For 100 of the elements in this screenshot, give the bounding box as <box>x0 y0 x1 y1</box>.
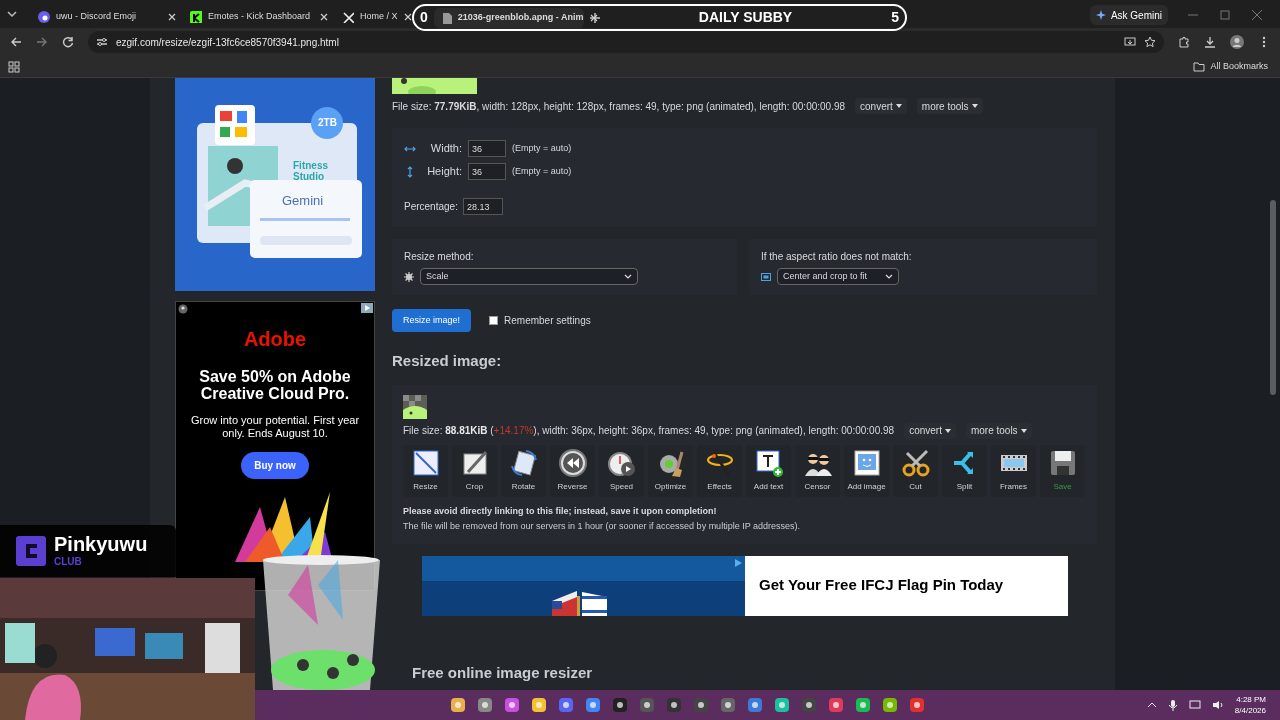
horizontal-arrow-icon <box>404 144 416 153</box>
channel-name: Pinkyuwu <box>54 533 148 555</box>
close-icon[interactable] <box>403 13 412 21</box>
back-arrow-icon[interactable] <box>10 36 22 48</box>
ad-headline: Save 50% on Adobe Creative Cloud Pro. <box>198 368 352 402</box>
app-icon[interactable] <box>747 697 763 713</box>
checkbox-label: Remember settings <box>504 314 591 328</box>
all-bookmarks-button[interactable]: All Bookmarks <box>1193 59 1272 74</box>
tool-button[interactable]: Reverse <box>550 444 595 497</box>
checkbox[interactable] <box>489 316 499 325</box>
dropdown-button[interactable]: convert <box>904 422 956 439</box>
goal-count: 0 <box>420 8 428 27</box>
tool-button[interactable]: Optimize <box>648 444 693 497</box>
tool-button[interactable]: Resize <box>403 444 448 497</box>
field-label: Percentage: <box>404 200 458 214</box>
file-info: File size: 77.79KiB, width: 128px, height: 128px, frames: 49, type: png (animated), length: 00:00:00.98 <box>392 99 846 114</box>
app-icon[interactable] <box>666 697 682 713</box>
browser-tab[interactable]: Emotes - Kick Dashboard <box>184 6 334 28</box>
forward-arrow-icon[interactable] <box>36 36 48 48</box>
app-icon[interactable] <box>639 697 655 713</box>
buy-now-button[interactable]: Buy now <box>241 452 309 479</box>
field-label: Resize method: <box>404 250 475 264</box>
app-icon[interactable] <box>909 697 925 713</box>
star-icon[interactable] <box>1144 36 1156 48</box>
goal-title: DAILY SUBBY <box>698 8 793 27</box>
field-label: If the aspect ratio does not match: <box>761 250 913 264</box>
app-icon[interactable] <box>720 697 736 713</box>
number-field[interactable]: 36 <box>468 140 506 157</box>
install-icon[interactable] <box>1124 36 1136 48</box>
tool-button[interactable]: Censor <box>795 444 840 497</box>
app-icon[interactable] <box>531 697 547 713</box>
field-hint: (Empty = auto) <box>512 164 572 178</box>
app-icon[interactable] <box>504 697 520 713</box>
speaker-icon[interactable] <box>1211 700 1224 710</box>
chevron-up-icon[interactable] <box>1146 702 1157 708</box>
circle-icon <box>38 11 50 23</box>
app-icon[interactable] <box>612 697 628 713</box>
select-dropdown[interactable]: Center and crop to fit <box>777 268 899 285</box>
monitor-icon[interactable] <box>1188 700 1201 710</box>
dropdown-button[interactable]: convert <box>855 98 907 114</box>
app-icon[interactable] <box>450 697 466 713</box>
dropdown-button[interactable]: more tools <box>916 98 983 114</box>
adobe-logo: Adobe <box>243 327 307 352</box>
gemini-ad[interactable]: 2TB Fitness Studio Gemini <box>175 78 375 291</box>
app-icon[interactable] <box>693 697 709 713</box>
scissors-icon <box>900 448 931 478</box>
app-icon[interactable] <box>774 697 790 713</box>
tool-button[interactable]: Speed <box>599 444 644 497</box>
browser-tab[interactable]: Home / X <box>336 6 416 28</box>
info-icon <box>178 304 188 314</box>
tool-button[interactable]: Frames <box>991 444 1036 497</box>
app-icon[interactable] <box>558 697 574 713</box>
field-label: Width: <box>429 141 462 157</box>
app-icon[interactable] <box>585 697 601 713</box>
tool-button[interactable]: Split <box>942 444 987 497</box>
section-heading: Resized image: <box>392 351 503 371</box>
caret-icon <box>1020 428 1027 433</box>
tool-button[interactable]: Crop <box>452 444 497 497</box>
tool-button[interactable]: Add text <box>746 444 791 497</box>
select-dropdown[interactable]: Scale <box>420 268 638 285</box>
warning-text: Please avoid directly linking to this file; instead, save it upon completion! <box>403 504 718 518</box>
ad-headline: Get Your Free IFCJ Flag Pin Today <box>759 575 1004 596</box>
clock-date: 8/4/2026 <box>1234 705 1266 716</box>
app-icon[interactable] <box>882 697 898 713</box>
notice-text: The file will be removed from our servers in 1 hour (or sooner if accessed by multiple IP addresses). <box>403 520 801 533</box>
tool-button[interactable]: Rotate <box>501 444 546 497</box>
site-settings-icon <box>96 36 108 48</box>
address-bar[interactable]: ezgif.com/resize/ezgif-13fc6ce8570f3941.png.html <box>88 31 1164 53</box>
microphone-icon[interactable] <box>1167 699 1178 711</box>
dropdown-button[interactable]: more tools <box>965 422 1032 439</box>
apps-grid-icon[interactable] <box>8 60 20 73</box>
ask-gemini-button[interactable]: Ask Gemini <box>1089 5 1168 25</box>
cross-icon <box>342 11 354 23</box>
tool-button[interactable]: Add image <box>844 444 889 497</box>
reload-icon[interactable] <box>62 36 74 48</box>
app-icon[interactable] <box>477 697 493 713</box>
app-icon[interactable] <box>828 697 844 713</box>
picture-frame-icon <box>851 448 882 478</box>
app-icon[interactable] <box>801 697 817 713</box>
caret-icon <box>944 428 951 433</box>
browser-tab[interactable]: uwu - Discord Emoji <box>32 6 182 28</box>
tool-button[interactable]: Save <box>1040 444 1085 497</box>
storage-label: 2TB <box>318 116 337 130</box>
close-icon[interactable] <box>168 13 176 21</box>
scrollbar-thumb[interactable] <box>1270 200 1276 395</box>
puzzle-icon[interactable] <box>1178 36 1190 48</box>
close-icon[interactable] <box>320 13 328 21</box>
avatar-icon[interactable] <box>1230 35 1244 49</box>
number-field[interactable]: 36 <box>468 163 506 180</box>
tool-button[interactable]: Effects <box>697 444 742 497</box>
download-icon[interactable] <box>1204 36 1216 48</box>
gemini-wordmark: Gemini <box>282 192 324 210</box>
field-hint: (Empty = auto) <box>512 141 572 155</box>
app-icon[interactable] <box>855 697 871 713</box>
ad-text: Fitness Studio <box>293 160 329 182</box>
number-field[interactable]: 28.13 <box>462 198 503 215</box>
resize-button[interactable]: Resize image! <box>392 309 472 332</box>
maximize-icon[interactable] <box>1220 10 1230 20</box>
tool-button[interactable]: Cut <box>893 444 938 497</box>
rotate-icon <box>508 448 539 478</box>
